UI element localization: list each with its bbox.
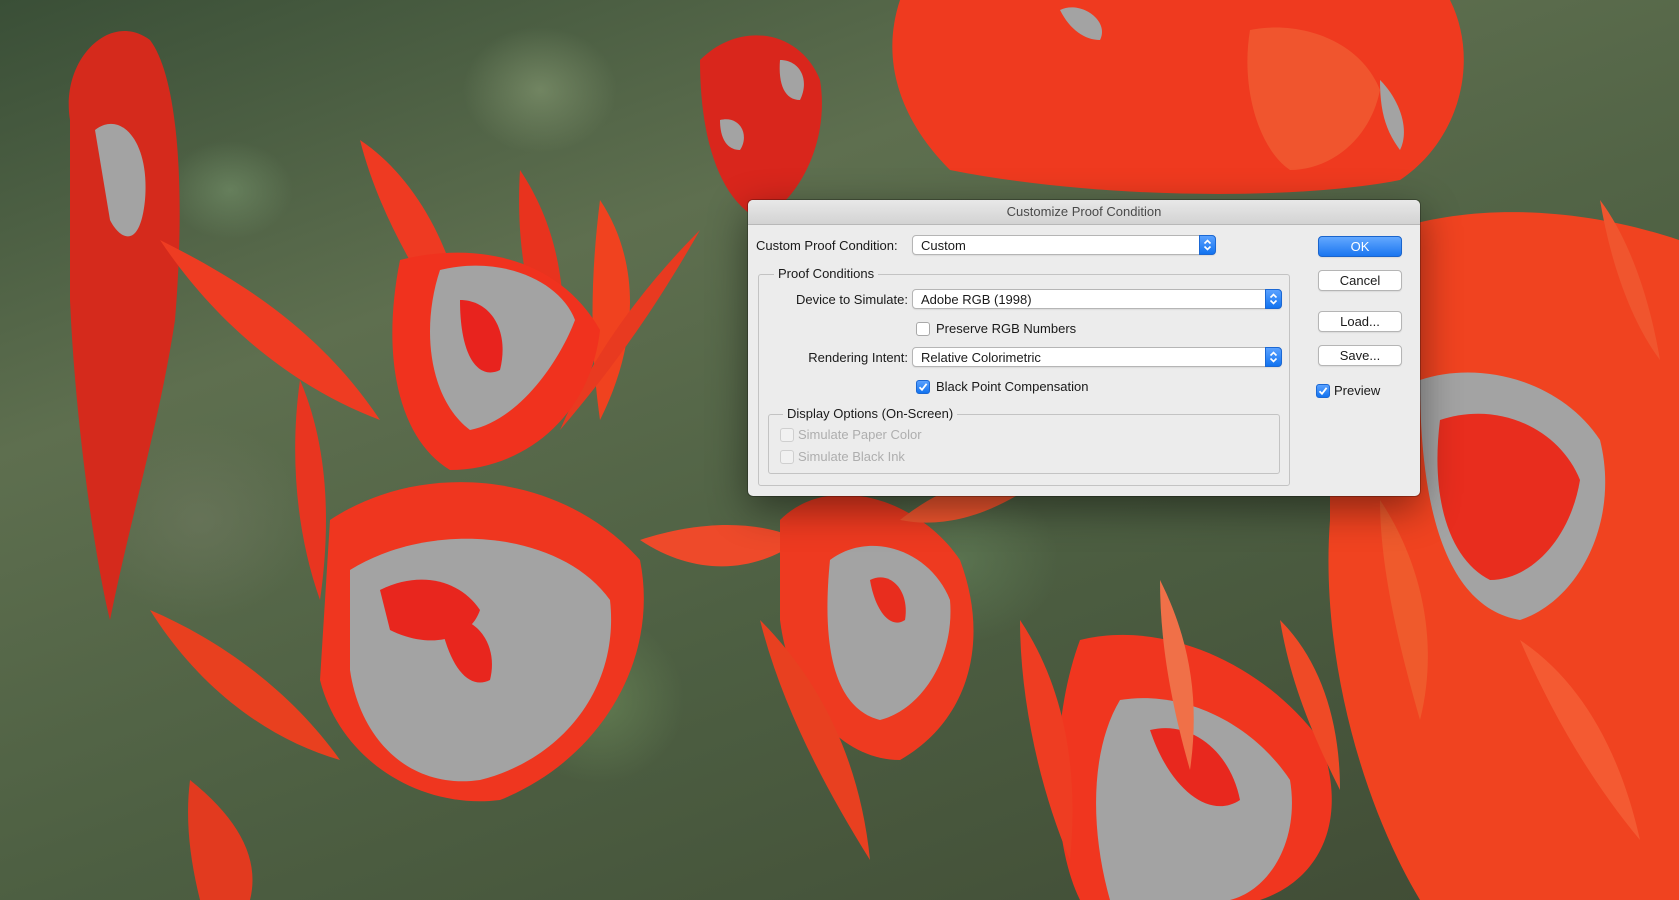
black-point-compensation-checkbox[interactable] [916, 380, 930, 394]
black-point-compensation-label: Black Point Compensation [936, 379, 1089, 394]
rendering-intent-label: Rendering Intent: [808, 350, 908, 365]
cancel-button[interactable]: Cancel [1318, 270, 1402, 291]
simulate-paper-color-checkbox[interactable] [780, 428, 794, 442]
checkmark-icon [918, 383, 928, 392]
ok-button[interactable]: OK [1318, 236, 1402, 257]
dialog-title: Customize Proof Condition [748, 200, 1420, 225]
custom-proof-condition-value: Custom [921, 238, 966, 253]
custom-proof-condition-select[interactable]: Custom [912, 235, 1216, 255]
simulate-black-ink-label: Simulate Black Ink [798, 449, 905, 464]
preview-checkbox[interactable] [1316, 384, 1330, 398]
custom-proof-condition-label: Custom Proof Condition: [756, 238, 898, 253]
load-button[interactable]: Load... [1318, 311, 1402, 332]
proof-conditions-title: Proof Conditions [774, 266, 879, 281]
checkmark-icon [1318, 387, 1328, 396]
preview-label: Preview [1334, 383, 1381, 398]
rendering-intent-value: Relative Colorimetric [921, 350, 1041, 365]
rendering-intent-select[interactable]: Relative Colorimetric [912, 347, 1282, 367]
device-to-simulate-value: Adobe RGB (1998) [921, 292, 1032, 307]
chevron-up-down-icon [1265, 289, 1282, 309]
chevron-up-down-icon [1265, 347, 1282, 367]
preserve-rgb-numbers-checkbox[interactable] [916, 322, 930, 336]
display-options-group [768, 414, 1280, 474]
chevron-up-down-icon [1199, 235, 1216, 255]
customize-proof-condition-dialog: Customize Proof Condition Custom Proof C… [748, 200, 1420, 496]
device-to-simulate-select[interactable]: Adobe RGB (1998) [912, 289, 1282, 309]
preserve-rgb-numbers-label: Preserve RGB Numbers [936, 321, 1077, 336]
simulate-black-ink-checkbox[interactable] [780, 450, 794, 464]
device-to-simulate-label: Device to Simulate: [796, 292, 908, 307]
save-button[interactable]: Save... [1318, 345, 1402, 366]
display-options-title: Display Options (On-Screen) [783, 406, 958, 421]
simulate-paper-color-label: Simulate Paper Color [798, 427, 922, 442]
